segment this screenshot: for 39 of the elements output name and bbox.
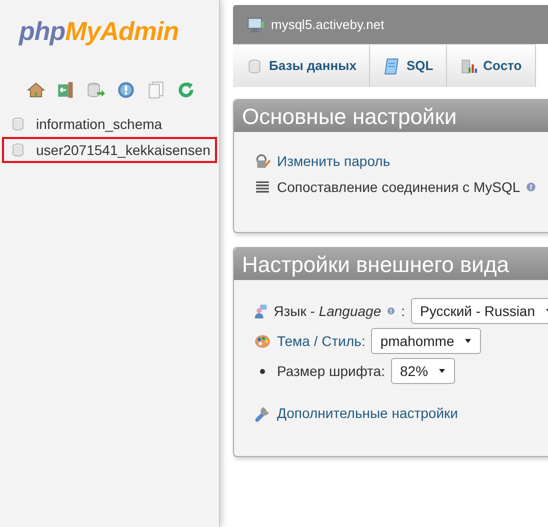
tab[interactable]: SQL	[370, 45, 448, 87]
database-arrow-icon[interactable]	[87, 81, 105, 99]
door-icon[interactable]	[57, 81, 75, 99]
monitor-icon	[247, 16, 265, 34]
database-icon	[10, 142, 26, 158]
wrench-icon	[254, 404, 271, 422]
database-item[interactable]: information_schema	[2, 111, 217, 137]
colon-text: :	[401, 302, 406, 320]
caret-icon	[438, 367, 446, 375]
panel-title: Основные настройки	[234, 100, 548, 132]
field-label: Язык - Language	[274, 302, 382, 321]
logo: phpMyAdmin	[19, 18, 180, 44]
database-icon	[10, 116, 26, 132]
field-label: Сопоставление соединения с MySQL	[277, 178, 520, 197]
panel-title: Настройки внешнего вида	[234, 248, 548, 280]
dropdown[interactable]: Русский - Russian	[411, 298, 548, 324]
link[interactable]: Дополнительные настройки	[277, 402, 458, 424]
server-title: mysql5.activeby.net	[271, 16, 384, 34]
link[interactable]: Изменить пароль	[277, 150, 390, 172]
palette-icon	[254, 332, 271, 350]
database-icon	[246, 58, 263, 74]
chart-icon	[460, 58, 478, 74]
help-icon[interactable]	[117, 81, 135, 99]
person-speech-icon	[254, 302, 268, 320]
link[interactable]: Тема / Стиль:	[277, 330, 366, 352]
list-icon	[254, 178, 271, 196]
tab[interactable]: Базы данных	[233, 45, 370, 87]
reload-icon[interactable]	[177, 81, 195, 99]
scroll-icon	[383, 58, 400, 74]
caret-icon	[464, 337, 472, 345]
field-label: Размер шрифта:	[277, 362, 385, 381]
database-item[interactable]: user2071541_kekkaisensen	[2, 137, 217, 163]
lock-pencil-icon	[254, 152, 271, 170]
dropdown[interactable]: 82%	[391, 358, 456, 384]
documents-icon[interactable]	[147, 81, 165, 99]
tab[interactable]: Состо	[447, 45, 536, 87]
dropdown[interactable]: pmahomme	[371, 328, 482, 354]
house-icon[interactable]	[27, 81, 45, 99]
bullet-icon	[260, 368, 265, 374]
